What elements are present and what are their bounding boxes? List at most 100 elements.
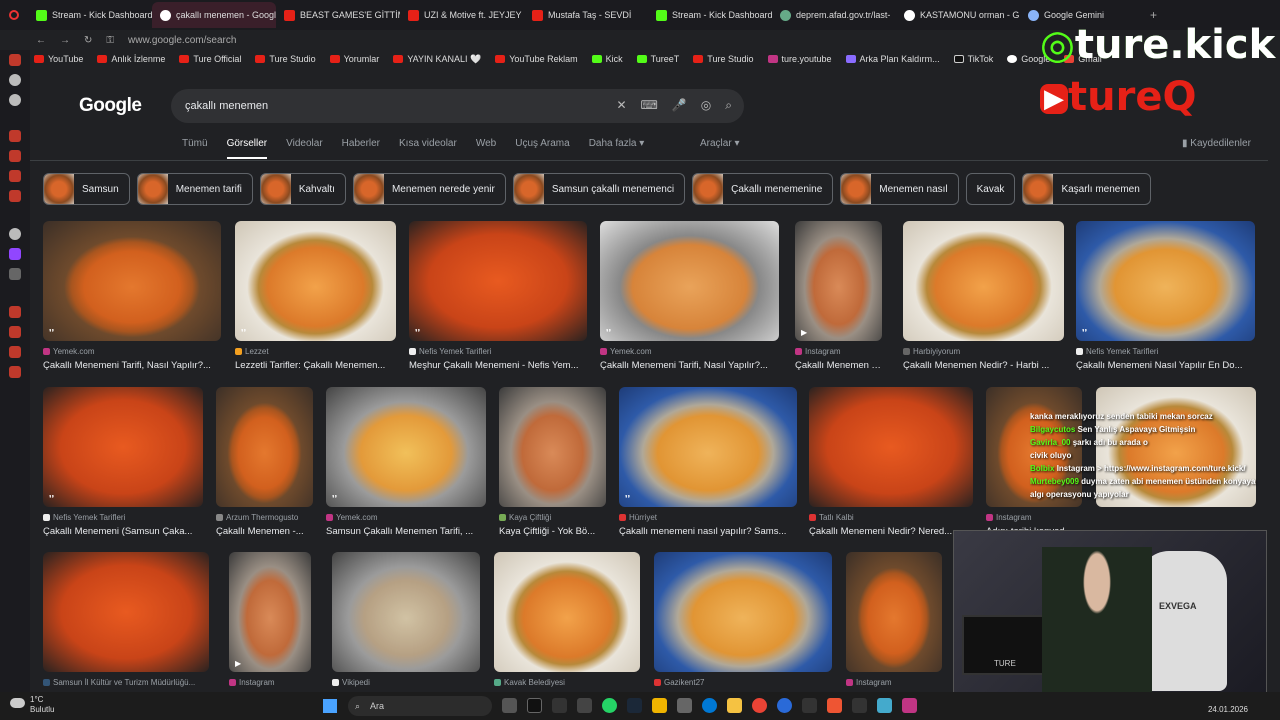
bookmark[interactable]: Arka Plan Kaldırm... xyxy=(845,54,940,64)
instagram-icon[interactable] xyxy=(902,698,917,713)
browser-tab[interactable]: BEAST GAMES'E GİTTİM xyxy=(276,2,400,28)
task-view-icon[interactable] xyxy=(502,698,517,713)
windows-start-icon[interactable] xyxy=(323,699,337,713)
folder-icon[interactable] xyxy=(727,698,742,713)
clock-date[interactable]: 24.01.2026 xyxy=(1208,705,1248,714)
browser-tab[interactable]: UZI & Motive ft. JEYJEY xyxy=(400,2,524,28)
bookmark[interactable]: Anlık İzlenme xyxy=(97,54,165,64)
cube-icon[interactable] xyxy=(9,150,21,162)
bookmark[interactable]: Kick xyxy=(591,54,623,64)
url-field[interactable]: www.google.com/search xyxy=(128,35,236,46)
image-result[interactable]: ▶ Instagram Çakallı Menemen T... xyxy=(795,221,882,371)
bookmark[interactable]: YouTube xyxy=(34,54,83,64)
play-icon[interactable] xyxy=(9,190,21,202)
gear-icon[interactable] xyxy=(9,366,21,378)
browser-tab-active[interactable]: çakallı menemen - Google xyxy=(152,2,276,28)
image-result[interactable]: Arzum Thermogusto Çakallı Menemen -... xyxy=(216,387,313,537)
image-result[interactable]: Harbiyiyorum Çakallı Menemen Nedir? - Ha… xyxy=(903,221,1064,371)
chip[interactable]: Çakallı menemenine xyxy=(692,173,834,205)
bulb-icon[interactable] xyxy=(9,170,21,182)
image-result[interactable]: ▶ Instagram xyxy=(229,552,311,687)
image-result[interactable]: ❜❜ Yemek.com Çakallı Menemeni Tarifi, Na… xyxy=(43,221,221,371)
app-icon[interactable] xyxy=(777,698,792,713)
history-icon[interactable] xyxy=(9,306,21,318)
chip[interactable]: Kahvaltı xyxy=(259,173,346,205)
image-result[interactable]: Instagram xyxy=(846,552,942,687)
browser-tab[interactable]: deprem.afad.gov.tr/last- xyxy=(772,2,896,28)
image-result[interactable]: ❜❜ Nefis Yemek Tarifleri Çakallı Menemen… xyxy=(1076,221,1255,371)
chip[interactable]: Samsun çakallı menemenci xyxy=(512,173,686,205)
browser-tab[interactable]: Mustafa Taş - SEVDİ xyxy=(524,2,648,28)
keyboard-icon[interactable]: ⌨ xyxy=(641,98,658,113)
tiktok-icon[interactable] xyxy=(527,698,542,713)
tab-more[interactable]: Daha fazla ▾ xyxy=(589,138,645,159)
chatgpt-icon[interactable] xyxy=(9,228,21,240)
app-icon[interactable] xyxy=(677,698,692,713)
image-result[interactable]: Samsun İl Kültür ve Turizm Müdürlüğü... xyxy=(43,552,209,687)
messenger-icon[interactable] xyxy=(9,130,21,142)
chip[interactable]: Menemen nasıl xyxy=(840,173,959,205)
chrome-icon[interactable] xyxy=(752,698,767,713)
search-icon[interactable]: ⌕ xyxy=(725,98,732,113)
saved-button[interactable]: ▮ Kaydedilenler xyxy=(1182,138,1251,149)
chip[interactable]: Menemen nerede yenir xyxy=(352,173,506,205)
twitch-icon[interactable] xyxy=(9,248,21,260)
tab-short-videos[interactable]: Kısa videolar xyxy=(399,138,457,159)
epic-games-icon[interactable] xyxy=(552,698,567,713)
app-icon[interactable] xyxy=(577,698,592,713)
clear-icon[interactable]: ✕ xyxy=(616,98,626,113)
bookmark[interactable]: TikTok xyxy=(953,54,993,64)
app-icon[interactable] xyxy=(802,698,817,713)
lens-icon[interactable]: ◎ xyxy=(701,98,711,113)
reload-icon[interactable]: ↻ xyxy=(84,35,92,46)
bookmark[interactable]: Ture Studio xyxy=(255,54,316,64)
whatsapp-icon[interactable] xyxy=(602,698,617,713)
circle-icon[interactable] xyxy=(9,94,21,106)
chip[interactable]: Kaşarlı menemen xyxy=(1022,173,1151,205)
chip[interactable]: Menemen tarifi xyxy=(136,173,253,205)
tab-images[interactable]: Görseller xyxy=(226,138,268,159)
cube-icon[interactable] xyxy=(9,346,21,358)
notepad-icon[interactable] xyxy=(877,698,892,713)
opera-logo-icon[interactable] xyxy=(0,10,28,20)
bookmark[interactable]: YouTube Reklam xyxy=(495,54,578,64)
ea-icon[interactable] xyxy=(827,698,842,713)
steam-icon[interactable] xyxy=(627,698,642,713)
box-icon[interactable] xyxy=(9,326,21,338)
image-result[interactable]: ❜❜ Nefis Yemek Tarifleri Meşhur Çakallı … xyxy=(409,221,587,371)
tab-web[interactable]: Web xyxy=(476,138,496,159)
mic-icon[interactable]: 🎤 xyxy=(672,98,687,113)
image-result[interactable]: Kaya Çiftliği Kaya Çiftliği - Yok Bö... xyxy=(499,387,606,537)
bookmark[interactable]: Ture Studio xyxy=(693,54,754,64)
image-result[interactable]: ❜❜ Yemek.com Samsun Çakallı Menemen Tari… xyxy=(326,387,486,537)
image-result[interactable]: Gazikent27 xyxy=(654,552,832,687)
chip[interactable]: Samsun xyxy=(43,173,130,205)
bookmark[interactable]: Ture Official xyxy=(179,54,241,64)
browser-tab[interactable]: Stream - Kick Dashboard xyxy=(28,2,152,28)
tab-news[interactable]: Haberler xyxy=(342,138,380,159)
forward-icon[interactable]: → xyxy=(60,35,70,46)
x-icon[interactable] xyxy=(9,268,21,280)
tools-button[interactable]: Araçlar ▾ xyxy=(700,138,740,149)
app-icon[interactable] xyxy=(852,698,867,713)
image-result[interactable]: Tatlı Kalbi Çakallı Menemeni Nedir? Nere… xyxy=(809,387,973,537)
bookmark[interactable]: TureeT xyxy=(636,54,679,64)
image-result[interactable]: ❜❜ Hürriyet Çakallı menemeni nasıl yapıl… xyxy=(619,387,797,537)
new-tab-button[interactable]: + xyxy=(1144,8,1157,22)
chip[interactable]: Kavak xyxy=(965,173,1016,205)
image-result[interactable]: Kavak Belediyesi xyxy=(494,552,640,687)
weather-widget[interactable]: 1°C Bulutlu xyxy=(10,695,54,715)
browser-tab[interactable]: KASTAMONU orman - G xyxy=(896,2,1020,28)
bookmark[interactable]: YAYIN KANALI 🤍 xyxy=(393,54,481,65)
circle-icon[interactable] xyxy=(9,74,21,86)
image-result[interactable]: Vikipedi xyxy=(332,552,480,687)
bookmark[interactable]: ture.youtube xyxy=(767,54,832,64)
edge-icon[interactable] xyxy=(702,698,717,713)
image-result[interactable]: ❜❜ Yemek.com Çakallı Menemeni Tarifi, Na… xyxy=(600,221,779,371)
search-input[interactable] xyxy=(185,100,605,112)
back-icon[interactable]: ← xyxy=(36,35,46,46)
tab-all[interactable]: Tümü xyxy=(182,138,208,159)
bookmark[interactable]: Yorumlar xyxy=(329,54,379,64)
home-icon[interactable] xyxy=(9,54,21,66)
taskbar-search[interactable]: ⌕ Ara xyxy=(348,696,492,716)
